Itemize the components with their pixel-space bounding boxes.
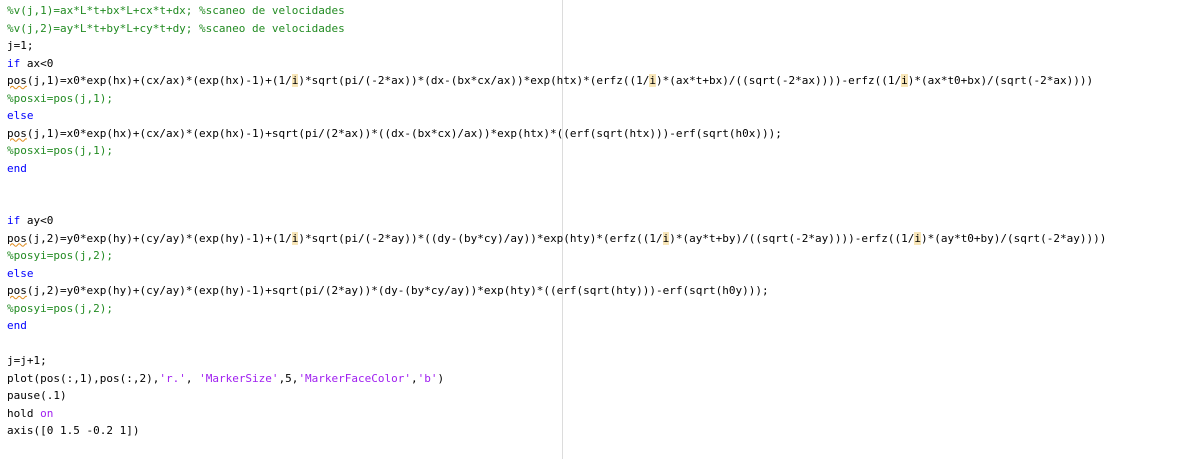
line-text: %posxi=pos(j,1);: [7, 144, 113, 157]
code-line[interactable]: end: [7, 160, 1200, 178]
warning-underlined-token: pos: [7, 74, 27, 87]
code-editor[interactable]: %v(j,1)=ax*L*t+bx*L+cx*t+dx; %scaneo de …: [0, 0, 1200, 459]
code-area[interactable]: %v(j,1)=ax*L*t+bx*L+cx*t+dx; %scaneo de …: [7, 2, 1200, 459]
keyword-token: end: [7, 319, 27, 332]
code-line[interactable]: if ax<0: [7, 55, 1200, 73]
comment-line[interactable]: %v(j,1)=ax*L*t+bx*L+cx*t+dx; %scaneo de …: [7, 2, 1200, 20]
code-token: (j,2)=y0*exp(hy)+(cy/ay)*(exp(hy)-1)+(1/: [26, 231, 292, 245]
code-line[interactable]: pause(.1): [7, 387, 1200, 405]
code-line[interactable]: if ay<0: [7, 212, 1200, 230]
code-token: )*sqrt(pi/(-2*ay))*((dy-(by*cy)/ay))*exp…: [298, 231, 663, 245]
code-line[interactable]: axis([0 1.5 -0.2 1]): [7, 422, 1200, 440]
string-token: on: [40, 406, 54, 420]
blank-line[interactable]: [7, 335, 1200, 353]
comment-line[interactable]: %posyi=pos(j,2);: [7, 247, 1200, 265]
string-token: 'b': [417, 371, 438, 385]
code-line[interactable]: else: [7, 107, 1200, 125]
warning-underlined-token: pos: [7, 231, 27, 245]
blank-line[interactable]: [7, 177, 1200, 195]
comment-line[interactable]: %posxi=pos(j,1);: [7, 142, 1200, 160]
line-text: %posyi=pos(j,2);: [7, 301, 113, 315]
line-text: %v(j,2)=ay*L*t+by*L+cy*t+dy; %scaneo de …: [7, 21, 345, 35]
keyword-token: else: [7, 266, 34, 280]
code-token: ,: [185, 371, 200, 385]
highlighted-variable: i: [901, 74, 908, 87]
line-text: %posyi=pos(j,2);: [7, 249, 113, 262]
code-token: ax<0: [20, 56, 54, 70]
code-line[interactable]: pos(j,2)=y0*exp(hy)+(cy/ay)*(exp(hy)-1)+…: [7, 282, 1200, 300]
code-token: ,5,: [278, 371, 299, 385]
code-line[interactable]: else: [7, 265, 1200, 283]
line-text: axis([0 1.5 -0.2 1]): [7, 424, 140, 437]
code-line[interactable]: pos(j,1)=x0*exp(hx)+(cx/ax)*(exp(hx)-1)+…: [7, 72, 1200, 90]
code-token: )*sqrt(pi/(-2*ax))*(dx-(bx*cx/ax))*exp(h…: [298, 74, 650, 87]
code-token: ,: [411, 371, 418, 385]
code-line[interactable]: j=1;: [7, 37, 1200, 55]
code-token: )*(ax*t+bx)/((sqrt(-2*ax))))-erfz((1/: [656, 74, 902, 87]
string-token: 'MarkerFaceColor': [298, 371, 412, 385]
code-line[interactable]: pos(j,2)=y0*exp(hy)+(cy/ay)*(exp(hy)-1)+…: [7, 230, 1200, 248]
highlighted-variable: i: [914, 231, 921, 245]
keyword-token: end: [7, 161, 27, 175]
code-line[interactable]: hold on: [7, 405, 1200, 423]
code-line[interactable]: end: [7, 317, 1200, 335]
code-token: hold: [7, 406, 41, 420]
string-token: 'MarkerSize': [199, 371, 279, 385]
line-text: %v(j,1)=ax*L*t+bx*L+cx*t+dx; %scaneo de …: [7, 4, 345, 17]
keyword-token: if: [7, 214, 21, 227]
line-text: j=j+1;: [7, 354, 47, 367]
code-line[interactable]: j=j+1;: [7, 352, 1200, 370]
code-token: ): [437, 371, 445, 385]
code-token: )*(ay*t+by)/((sqrt(-2*ay))))-erfz((1/: [669, 231, 915, 245]
code-token: (j,2)=y0*exp(hy)+(cy/ay)*(exp(hy)-1)+sqr…: [26, 284, 769, 297]
line-text: %posxi=pos(j,1);: [7, 91, 113, 105]
keyword-token: if: [7, 56, 21, 70]
code-token: (j,1)=x0*exp(hx)+(cx/ax)*(exp(hx)-1)+sqr…: [26, 126, 782, 140]
warning-underlined-token: pos: [7, 284, 27, 297]
code-line[interactable]: pos(j,1)=x0*exp(hx)+(cx/ax)*(exp(hx)-1)+…: [7, 125, 1200, 143]
warning-underlined-token: pos: [7, 126, 27, 140]
comment-line[interactable]: %posxi=pos(j,1);: [7, 90, 1200, 108]
code-token: (j,1)=x0*exp(hx)+(cx/ax)*(exp(hx)-1)+(1/: [26, 74, 292, 87]
comment-line[interactable]: %posyi=pos(j,2);: [7, 300, 1200, 318]
line-text: pause(.1): [7, 389, 67, 402]
line-text: j=1;: [7, 39, 34, 52]
comment-line[interactable]: %v(j,2)=ay*L*t+by*L+cy*t+dy; %scaneo de …: [7, 20, 1200, 38]
code-token: )*(ay*t0+by)/(sqrt(-2*ay)))): [920, 231, 1107, 245]
code-token: )*(ax*t0+bx)/(sqrt(-2*ax)))): [907, 74, 1094, 87]
blank-line[interactable]: [7, 440, 1200, 458]
keyword-token: else: [7, 109, 34, 122]
code-line[interactable]: plot(pos(:,1),pos(:,2),'r.', 'MarkerSize…: [7, 370, 1200, 388]
code-token: plot(pos(:,1),pos(:,2),: [7, 371, 160, 385]
blank-line[interactable]: [7, 195, 1200, 213]
code-token: ay<0: [20, 214, 54, 227]
string-token: 'r.': [159, 371, 186, 385]
